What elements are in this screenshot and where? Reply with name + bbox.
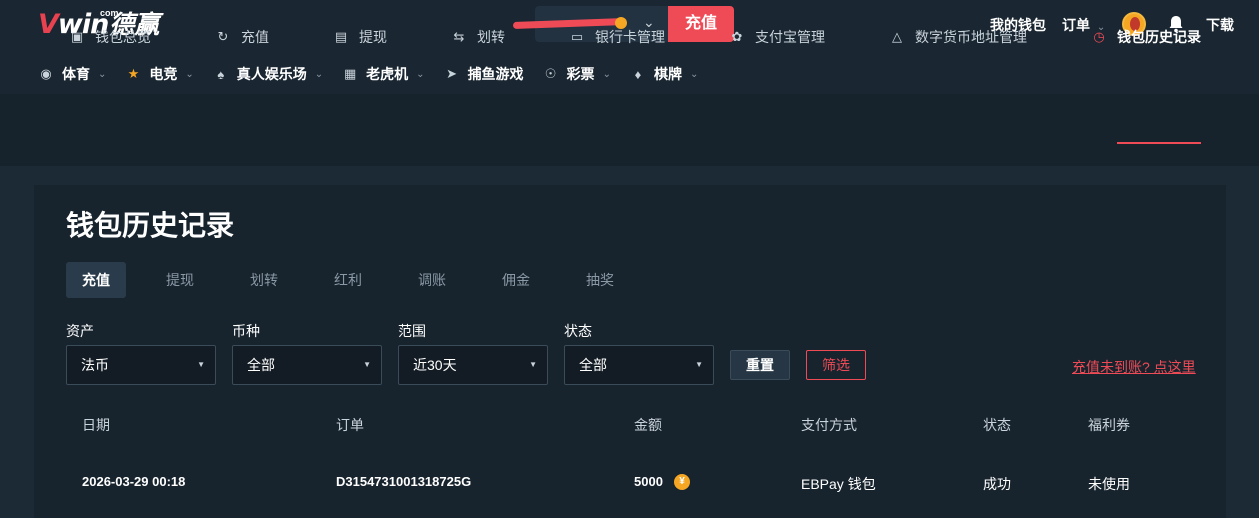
chevron-down-icon: ⌄ xyxy=(185,68,194,80)
row-amount: 5000 xyxy=(634,474,663,489)
filter-button[interactable]: 筛选 xyxy=(806,350,866,380)
nav-label: 捕鱼游戏 xyxy=(467,66,524,82)
wallet-nav-alipay[interactable]: ✿ 支付宝管理 xyxy=(729,26,825,48)
withdraw-icon: ▤ xyxy=(334,29,348,44)
wallet-nav-label: 银行卡管理 xyxy=(595,29,665,45)
nav-label: 电竞 xyxy=(149,66,178,82)
bank-card-icon: ▭ xyxy=(570,29,584,44)
chevron-down-icon: ⌄ xyxy=(689,68,699,80)
nav-label: 棋牌 xyxy=(653,66,682,82)
row-coupon: 未使用 xyxy=(1088,476,1130,492)
crypto-address-icon: △ xyxy=(892,29,902,44)
nav-item-sports[interactable]: ◉ 体育 ⌄ xyxy=(38,64,106,84)
currency-filter-label: 币种 xyxy=(232,323,260,339)
wallet-nav-bank-cards[interactable]: ▭ 银行卡管理 xyxy=(569,26,665,48)
tab-withdraw[interactable]: 提现 xyxy=(150,262,210,298)
game-category-nav: ◉ 体育 ⌄ ★ 电竞 ⌄ ♠ 真人娱乐场 ⌄ ▦ 老虎机 ⌄ ➤ 捕鱼游戏 ☉… xyxy=(38,62,717,86)
deposit-icon: ↻ xyxy=(217,29,229,44)
nav-item-lottery[interactable]: ☉ 彩票 ⌄ xyxy=(543,64,611,84)
row-order-id: D3154731001318725G xyxy=(336,474,472,489)
tab-transfer[interactable]: 划转 xyxy=(234,262,294,298)
column-header-amount: 金额 xyxy=(634,417,662,433)
row-date: 2026-03-29 00:18 xyxy=(82,474,186,489)
tab-deposit[interactable]: 充值 xyxy=(66,262,126,298)
wallet-nav-history[interactable]: ◷ 钱包历史记录 xyxy=(1091,26,1201,48)
spade-icon: ♠ xyxy=(217,66,225,82)
currency-select[interactable]: 全部 ▼ xyxy=(232,345,382,385)
wallet-nav-label: 支付宝管理 xyxy=(755,29,825,45)
nav-label: 体育 xyxy=(62,66,90,82)
column-header-status: 状态 xyxy=(983,417,1011,433)
clock-icon: ◷ xyxy=(1093,29,1105,44)
caret-down-icon: ▼ xyxy=(529,360,537,369)
wallet-nav-label: 钱包历史记录 xyxy=(1117,29,1201,45)
chevron-down-icon: ⌄ xyxy=(416,68,425,80)
tab-adjustment[interactable]: 调账 xyxy=(402,262,462,298)
wallet-nav-transfer[interactable]: ⇆ 划转 xyxy=(451,26,505,48)
logo-v: V xyxy=(38,9,59,40)
tab-commission[interactable]: 佣金 xyxy=(486,262,546,298)
row-status: 成功 xyxy=(983,476,1011,492)
alipay-icon: ✿ xyxy=(731,29,743,44)
tab-lucky-draw[interactable]: 抽奖 xyxy=(570,262,630,298)
caret-down-icon: ▼ xyxy=(363,360,371,369)
lottery-ball-icon: ☉ xyxy=(544,66,557,81)
status-filter-label: 状态 xyxy=(564,323,592,339)
wallet-icon: ▣ xyxy=(70,29,84,44)
wallet-nav-crypto-address[interactable]: △ 数字货币地址管理 xyxy=(889,26,1027,48)
column-header-date: 日期 xyxy=(82,417,110,433)
transfer-icon: ⇆ xyxy=(453,29,465,44)
slot-machine-icon: ▦ xyxy=(344,66,357,81)
wallet-nav-withdraw[interactable]: ▤ 提现 xyxy=(333,26,387,48)
cards-icon: ♦ xyxy=(634,66,642,82)
nav-label: 老虎机 xyxy=(366,66,409,82)
download-link[interactable]: 下载 xyxy=(1206,14,1234,36)
nav-item-esports[interactable]: ★ 电竞 ⌄ xyxy=(125,64,194,84)
trophy-icon: ★ xyxy=(127,66,140,81)
caret-down-icon: ▼ xyxy=(197,360,205,369)
active-tab-underline xyxy=(1117,142,1201,144)
range-select-value: 近30天 xyxy=(413,357,457,373)
nav-item-slots[interactable]: ▦ 老虎机 ⌄ xyxy=(342,64,425,84)
wallet-subnav xyxy=(0,94,1259,166)
nav-item-fishing[interactable]: ➤ 捕鱼游戏 xyxy=(444,64,524,84)
asset-select[interactable]: 法币 ▼ xyxy=(66,345,216,385)
wallet-nav-deposit[interactable]: ↻ 充值 xyxy=(215,26,269,48)
status-select[interactable]: 全部 ▼ xyxy=(564,345,714,385)
deposit-help-link[interactable]: 充值未到账? 点这里 xyxy=(1072,357,1196,377)
page-title: 钱包历史记录 xyxy=(66,210,235,241)
column-header-order: 订单 xyxy=(336,417,364,433)
tab-bonus[interactable]: 红利 xyxy=(318,262,378,298)
nav-item-board-games[interactable]: ♦ 棋牌 ⌄ xyxy=(630,64,699,84)
caret-down-icon: ▼ xyxy=(695,360,703,369)
yuan-coin-icon: ¥ xyxy=(674,474,690,490)
column-header-payment-method: 支付方式 xyxy=(801,417,857,433)
currency-select-value: 全部 xyxy=(247,357,275,373)
wallet-nav-label: 钱包总览 xyxy=(95,29,151,45)
nav-item-live-casino[interactable]: ♠ 真人娱乐场 ⌄ xyxy=(213,64,323,84)
nav-label: 彩票 xyxy=(566,66,595,82)
asset-select-value: 法币 xyxy=(81,357,109,373)
reset-button[interactable]: 重置 xyxy=(730,350,790,380)
orders-label: 订单 xyxy=(1062,17,1090,33)
fish-icon: ➤ xyxy=(446,66,458,81)
logo-com: com xyxy=(100,8,119,18)
wallet-nav-label: 充值 xyxy=(241,29,269,45)
chevron-down-icon: ⌄ xyxy=(602,68,611,80)
range-filter-label: 范围 xyxy=(398,323,426,339)
row-payment-method: EBPay 钱包 xyxy=(801,476,876,492)
column-header-coupon: 福利券 xyxy=(1088,417,1130,433)
deposit-button[interactable]: 充值 xyxy=(668,6,734,42)
nav-label: 真人娱乐场 xyxy=(236,66,307,82)
chevron-down-icon: ⌄ xyxy=(314,68,324,80)
basketball-icon: ◉ xyxy=(40,66,52,81)
asset-filter-label: 资产 xyxy=(66,323,94,339)
wallet-nav-label: 提现 xyxy=(359,29,387,45)
wallet-nav-overview[interactable]: ▣ 钱包总览 xyxy=(69,26,151,48)
wallet-nav-label: 划转 xyxy=(477,29,505,45)
range-select[interactable]: 近30天 ▼ xyxy=(398,345,548,385)
wallet-nav-label: 数字货币地址管理 xyxy=(915,29,1027,45)
status-select-value: 全部 xyxy=(579,357,607,373)
chevron-down-icon: ⌄ xyxy=(98,68,107,80)
